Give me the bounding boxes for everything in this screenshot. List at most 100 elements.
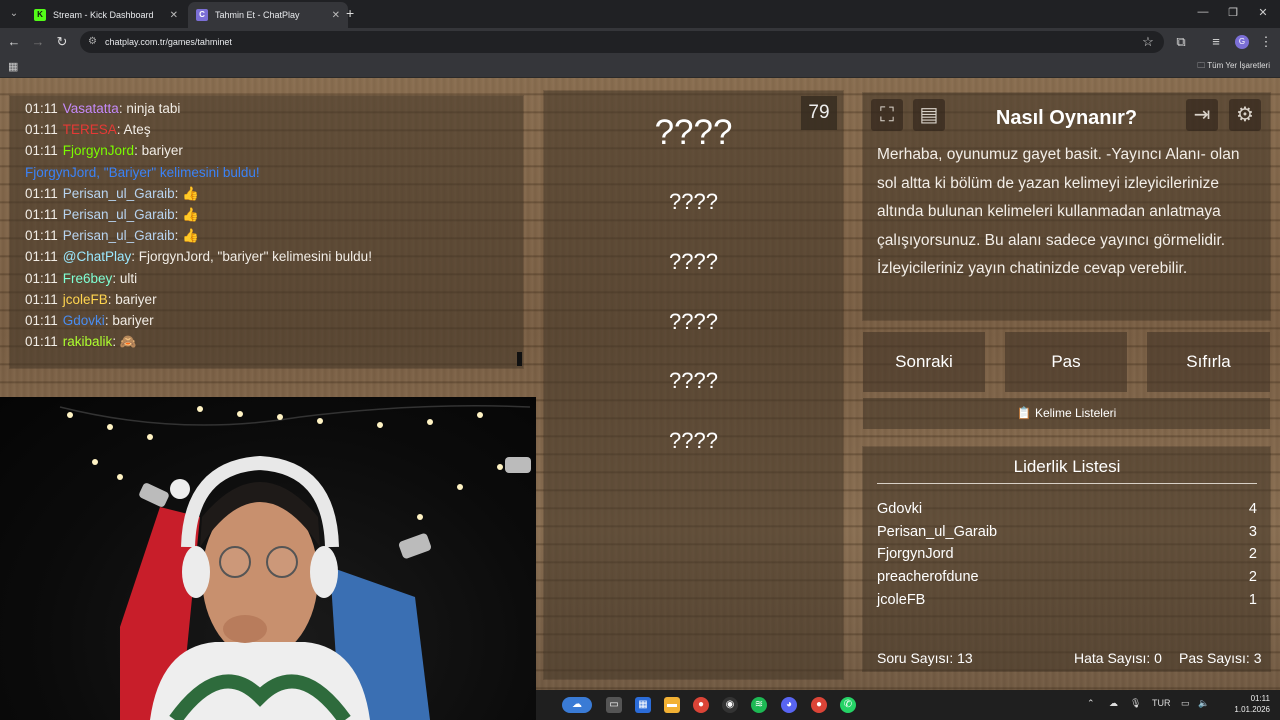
store-icon[interactable]: ▦ bbox=[635, 697, 651, 713]
bookmark-star-icon[interactable]: ☆ bbox=[1140, 34, 1156, 50]
message-text: : 👍 bbox=[174, 185, 199, 201]
next-button[interactable]: Sonraki bbox=[863, 332, 985, 392]
kick-icon: K bbox=[34, 9, 46, 21]
timer-counter: 79 bbox=[801, 96, 837, 130]
how-to-play-panel: ⛶ ▤ Nasıl Oynanır? ⇥ ⚙ Merhaba, oyunumuz… bbox=[863, 93, 1270, 320]
tab-chatplay[interactable]: C Tahmin Et - ChatPlay ✕ bbox=[188, 2, 348, 28]
leaderboard-row: preacherofdune 2 bbox=[877, 569, 1257, 585]
message-username[interactable]: rakibalik bbox=[63, 334, 113, 349]
chat-list: 01:11 Vasatatta: ninja tabi 01:11 TERESA: A… bbox=[25, 98, 523, 352]
message-username[interactable]: @ChatPlay bbox=[63, 249, 131, 264]
media-controls-icon[interactable]: ≡ bbox=[1208, 34, 1224, 49]
site-info-icon[interactable]: ⚙ bbox=[88, 31, 97, 53]
onedrive-icon[interactable]: ☁ bbox=[1109, 698, 1118, 709]
spotify-icon[interactable]: ≋ bbox=[751, 697, 767, 713]
clock-date: 1.01.2026 bbox=[1234, 705, 1270, 714]
message-username[interactable]: FjorgynJord bbox=[63, 143, 134, 158]
player-score: 3 bbox=[1248, 524, 1257, 540]
task-view-icon[interactable]: ▭ bbox=[606, 697, 622, 713]
webcam-overlay bbox=[0, 397, 536, 720]
leaderboard-row: jcoleFB 1 bbox=[877, 592, 1257, 608]
tab-kick-dashboard[interactable]: K Stream - Kick Dashboard ✕ bbox=[26, 2, 186, 28]
chat-message: 01:11 rakibalik: 🙈 bbox=[25, 331, 523, 352]
message-time: 01:11 bbox=[25, 185, 58, 201]
exit-icon[interactable]: ⇥ bbox=[1186, 99, 1218, 131]
restore-icon[interactable]: ❐ bbox=[1223, 6, 1243, 19]
message-text: : Ateş bbox=[116, 122, 151, 138]
message-text: : 👍 bbox=[174, 228, 199, 244]
whatsapp-icon[interactable]: ✆ bbox=[840, 697, 856, 713]
forbidden-word: ???? bbox=[669, 368, 718, 393]
chat-message: 01:11 Perisan_ul_Garaib: 👍 bbox=[25, 204, 523, 225]
message-text: : ulti bbox=[112, 270, 138, 286]
volume-icon[interactable]: 🔈 bbox=[1198, 698, 1209, 709]
message-time: 01:11 bbox=[25, 291, 58, 307]
close-icon[interactable]: ✕ bbox=[332, 10, 340, 21]
leaderboard-row: Gdovki 4 bbox=[877, 501, 1257, 517]
tab-search-icon[interactable]: ⌄ bbox=[4, 4, 24, 24]
address-bar[interactable]: ⚙ chatplay.com.tr/games/tahminet bbox=[80, 31, 1164, 53]
minimize-icon[interactable]: — bbox=[1193, 6, 1213, 18]
leaderboard-row: Perisan_ul_Garaib 3 bbox=[877, 524, 1257, 540]
message-username[interactable]: FjorgynJord, "Bariyer" kelimesini buldu! bbox=[25, 165, 260, 180]
menu-kebab-icon[interactable]: ⋮ bbox=[1258, 34, 1274, 50]
file-explorer-icon[interactable]: ▬ bbox=[664, 697, 680, 713]
discord-icon[interactable]: ◕ bbox=[781, 697, 797, 713]
leaderboard-panel: Liderlik Listesi Gdovki 4 Perisan_ul_Gar… bbox=[863, 447, 1270, 671]
player-name: Gdovki bbox=[877, 501, 923, 517]
message-text: : ninja tabi bbox=[118, 101, 181, 116]
tray-chevron-icon[interactable]: ⌃ bbox=[1087, 698, 1095, 709]
apps-grid-icon[interactable]: ▦ bbox=[8, 60, 18, 73]
obs-icon[interactable]: ◉ bbox=[722, 697, 738, 713]
all-bookmarks[interactable]: 🗀 Tüm Yer İşaretleri bbox=[1197, 60, 1270, 74]
bookmarks-bar: ▦ 🗀 Tüm Yer İşaretleri bbox=[0, 56, 1280, 78]
back-icon[interactable]: ← bbox=[6, 34, 22, 49]
settings-gear-icon[interactable]: ⚙ bbox=[1229, 99, 1261, 131]
network-icon[interactable]: ▭ bbox=[1181, 698, 1190, 709]
message-time: 01:11 bbox=[25, 228, 58, 244]
extensions-icon[interactable]: ⧉ bbox=[1173, 34, 1189, 50]
leaderboard-title: Liderlik Listesi bbox=[877, 457, 1257, 484]
message-username[interactable]: Perisan_ul_Garaib bbox=[63, 228, 175, 243]
forbidden-word: ???? bbox=[669, 249, 718, 274]
message-username[interactable]: Gdovki bbox=[63, 313, 105, 328]
window-close-icon[interactable]: ✕ bbox=[1253, 6, 1273, 19]
chrome-icon[interactable]: ● bbox=[693, 697, 709, 713]
message-username[interactable]: jcoleFB bbox=[63, 292, 108, 307]
reload-icon[interactable]: ↻ bbox=[54, 34, 70, 50]
message-username[interactable]: Fre6bey bbox=[63, 271, 113, 286]
chat-message: FjorgynJord, "Bariyer" kelimesini buldu! bbox=[25, 162, 523, 183]
taskbar-clock[interactable]: 01:11 1.01.2026 bbox=[1234, 693, 1270, 715]
close-icon[interactable]: ✕ bbox=[170, 10, 178, 21]
message-username[interactable]: TERESA bbox=[63, 122, 117, 137]
webcam-image bbox=[59, 405, 531, 720]
message-text: : 🙈 bbox=[112, 334, 137, 350]
message-username[interactable]: Perisan_ul_Garaib bbox=[63, 207, 175, 222]
profile-avatar[interactable]: G bbox=[1235, 35, 1249, 49]
language-indicator[interactable]: TUR bbox=[1152, 698, 1171, 708]
question-count: Soru Sayısı: 13 bbox=[877, 650, 973, 666]
all-bookmarks-label: Tüm Yer İşaretleri bbox=[1207, 61, 1270, 70]
forward-icon[interactable]: → bbox=[30, 34, 46, 49]
chat-message: 01:11 Gdovki: bariyer bbox=[25, 310, 523, 331]
forbidden-word: ???? bbox=[669, 309, 718, 334]
message-text: : FjorgynJord, "bariyer" kelimesini buld… bbox=[131, 249, 372, 265]
message-username[interactable]: Vasatatta bbox=[63, 101, 119, 116]
message-username[interactable]: Perisan_ul_Garaib bbox=[63, 186, 175, 201]
chat-message: 01:11 Perisan_ul_Garaib: 👍 bbox=[25, 225, 523, 246]
weather-widget-icon[interactable]: ☁ bbox=[562, 697, 592, 713]
chat-scrollbar[interactable] bbox=[517, 352, 522, 366]
player-name: Perisan_ul_Garaib bbox=[877, 524, 998, 540]
pass-button[interactable]: Pas bbox=[1005, 332, 1127, 392]
word-lists-button[interactable]: 📋 Kelime Listeleri bbox=[863, 398, 1270, 429]
message-text: : bariyer bbox=[104, 312, 154, 328]
leaderboard-row: FjorgynJord 2 bbox=[877, 546, 1257, 562]
new-tab-icon[interactable]: + bbox=[346, 5, 354, 21]
chat-message: 01:11 jcoleFB: bariyer bbox=[25, 289, 523, 310]
chrome-profile-icon[interactable]: ● bbox=[811, 697, 827, 713]
chat-message: 01:11 @ChatPlay: FjorgynJord, "bariyer" k… bbox=[25, 246, 523, 267]
reset-button[interactable]: Sıfırla bbox=[1147, 332, 1270, 392]
player-name: preacherofdune bbox=[877, 569, 979, 585]
microphone-icon[interactable]: 🎙 bbox=[1130, 698, 1141, 709]
message-time: 01:11 bbox=[25, 249, 58, 265]
